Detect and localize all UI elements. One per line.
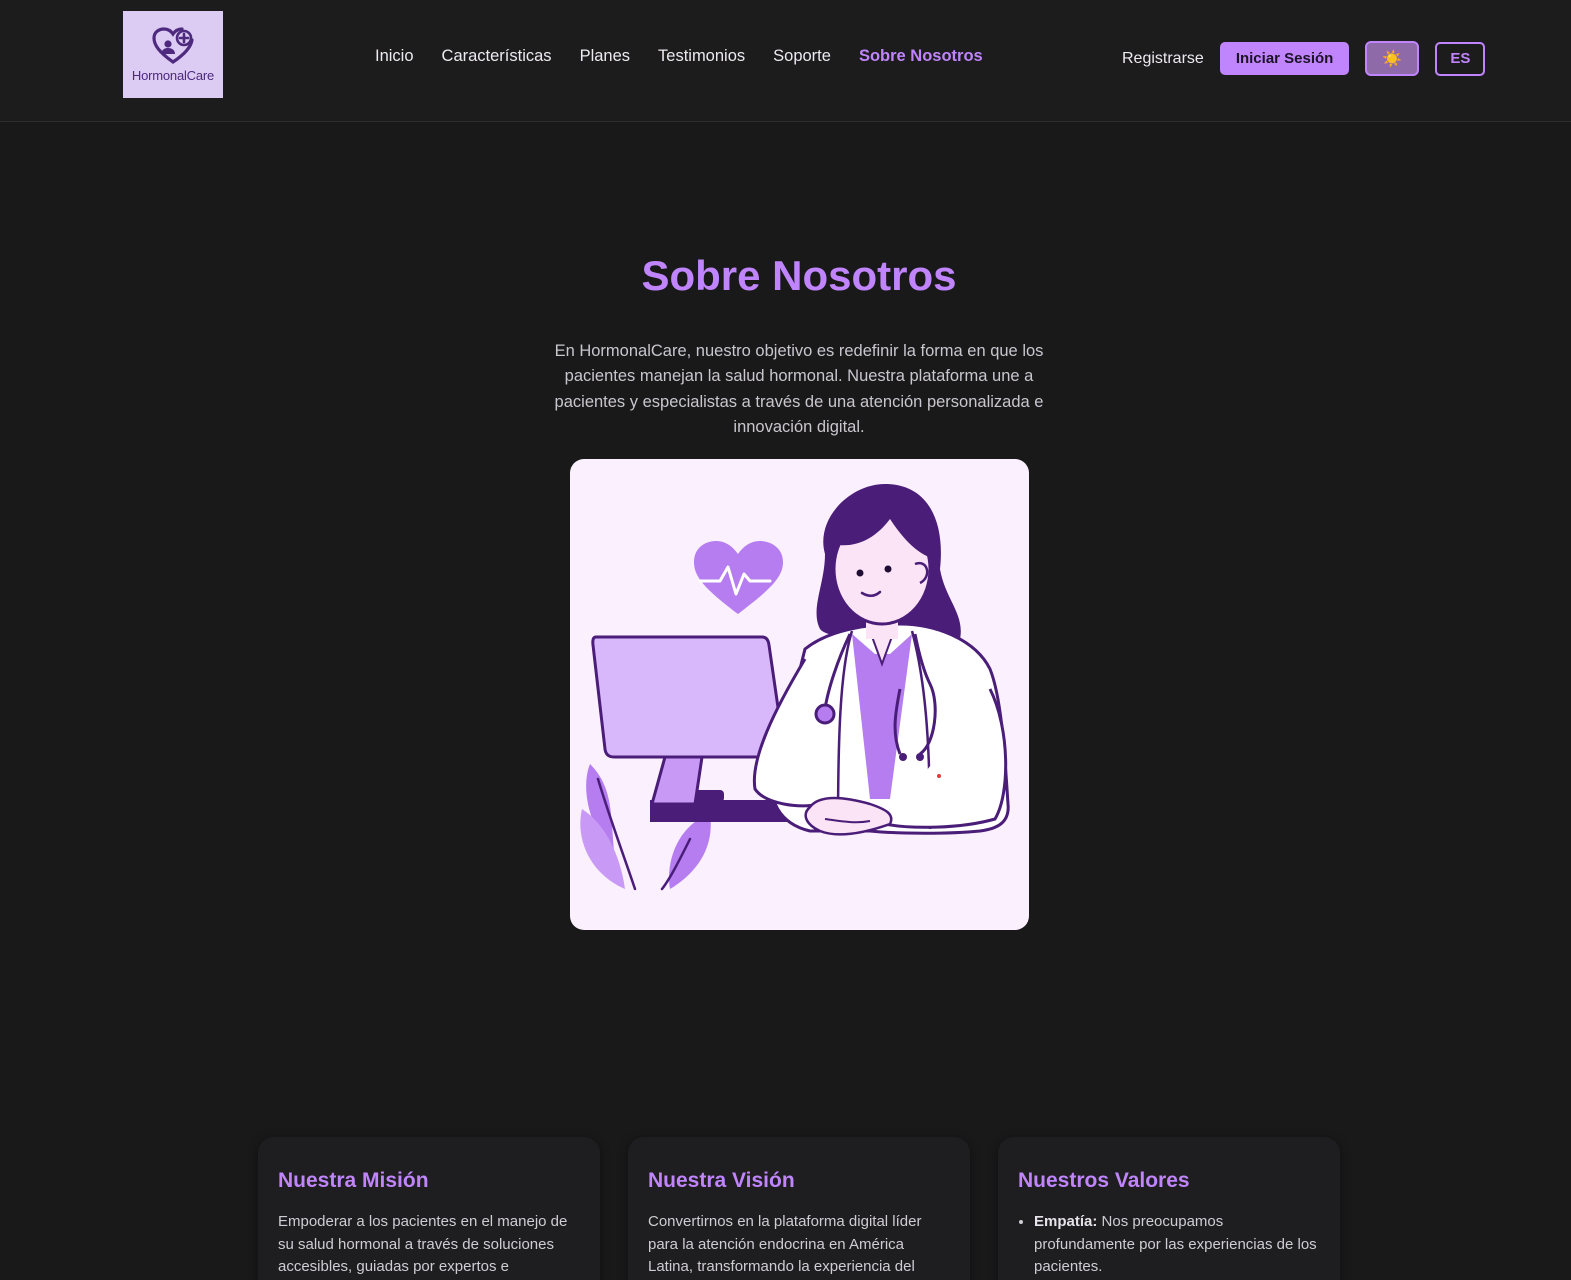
heart-plus-icon [152, 27, 194, 64]
language-button[interactable]: ES [1435, 41, 1486, 76]
mission-title: Nuestra Misión [278, 1169, 429, 1192]
about-intro: En HormonalCare, nuestro objetivo es red… [554, 342, 1044, 436]
vision-text: Convertirnos en la plataforma digital lí… [648, 1213, 922, 1275]
doctor-illustration [570, 459, 1029, 930]
values-title: Nuestros Valores [1018, 1169, 1190, 1192]
site-header: HormonalCare Inicio Características Plan… [0, 0, 1571, 122]
brand-logo[interactable]: HormonalCare [123, 11, 223, 98]
nav-item-planes[interactable]: Planes [580, 47, 630, 66]
mission-card: Nuestra Misión Empoderar a los pacientes… [258, 1137, 600, 1280]
vision-card: Nuestra Visión Convertirnos en la plataf… [628, 1137, 970, 1280]
login-button[interactable]: Iniciar Sesión [1219, 42, 1350, 75]
doctor-at-computer-image [580, 484, 1010, 891]
sun-icon: ☀️ [1382, 50, 1403, 68]
nav-item-caracteristicas[interactable]: Características [442, 47, 552, 66]
nav-item-testimonios[interactable]: Testimonios [658, 47, 745, 66]
values-card: Nuestros Valores Empatía: Nos preocupamo… [998, 1137, 1340, 1280]
list-item: Empatía: Nos preocupamos profundamente p… [1034, 1211, 1320, 1279]
values-list: Empatía: Nos preocupamos profundamente p… [1018, 1211, 1320, 1279]
value-term: Empatía: [1034, 1213, 1098, 1230]
nav-item-soporte[interactable]: Soporte [773, 47, 831, 66]
main-nav: Inicio Características Planes Testimonio… [375, 47, 1011, 66]
register-link[interactable]: Registrarse [1122, 50, 1204, 68]
brand-name: HormonalCare [131, 68, 215, 83]
header-actions: Registrarse Iniciar Sesión ☀️ ES [1122, 41, 1486, 76]
about-cards: Nuestra Misión Empoderar a los pacientes… [258, 1137, 1340, 1280]
vision-title: Nuestra Visión [648, 1169, 795, 1192]
mission-text: Empoderar a los pacientes en el manejo d… [278, 1213, 568, 1275]
page-title: Sobre Nosotros [641, 252, 957, 299]
nav-item-inicio[interactable]: Inicio [375, 47, 414, 66]
nav-item-sobre-nosotros[interactable]: Sobre Nosotros [859, 47, 983, 66]
theme-toggle-button[interactable]: ☀️ [1365, 41, 1420, 76]
